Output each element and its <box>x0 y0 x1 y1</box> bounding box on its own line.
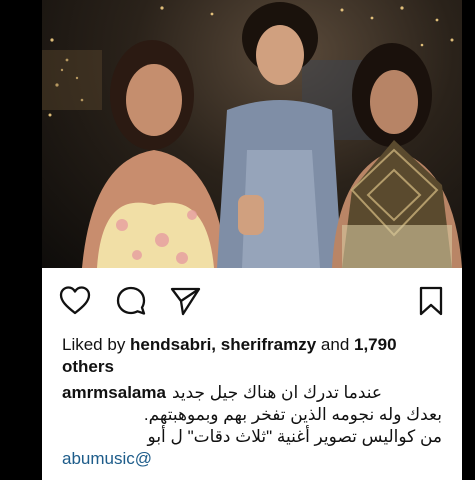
caption-text-line-2: بعدك وله نجومه الذين تفخر بهم وبموهبتهم. <box>143 405 442 424</box>
likes-separator: , <box>211 335 221 354</box>
send-icon <box>170 287 201 316</box>
post-photo-image <box>42 2 462 268</box>
save-button[interactable] <box>414 284 448 318</box>
likes-count[interactable]: 1,790 <box>354 335 397 354</box>
caption-text-line-3: من كواليس تصوير أغنية "ثلاث دقات" ل أبو <box>147 427 442 446</box>
post-details: Liked by hendsabri, sheriframzy and 1,79… <box>42 268 462 480</box>
post-action-bar <box>42 278 462 322</box>
likes-summary[interactable]: Liked by hendsabri, sheriframzy and 1,79… <box>62 334 452 378</box>
post-caption: amrmsalama عندما تدرك ان هناك جيل جديد بع… <box>62 382 442 470</box>
caption-text-line-1: عندما تدرك ان هناك جيل جديد <box>171 383 383 402</box>
caption-username[interactable]: amrmsalama <box>62 383 166 402</box>
caption-mention-link[interactable]: abumusic@ <box>62 448 442 470</box>
bookmark-icon <box>419 286 443 316</box>
likes-and: and <box>316 335 354 354</box>
like-button[interactable] <box>58 284 92 318</box>
likes-prefix: Liked by <box>62 335 131 354</box>
caption-first-line: amrmsalama عندما تدرك ان هناك جيل جديد <box>62 382 442 404</box>
liked-by-user-2[interactable]: sheriframzy <box>221 335 316 354</box>
comment-button[interactable] <box>114 284 148 318</box>
heart-icon <box>59 286 91 315</box>
comment-icon <box>116 286 146 315</box>
post-photo[interactable] <box>42 0 462 268</box>
liked-by-user-1[interactable]: hendsabri <box>130 335 211 354</box>
share-button[interactable] <box>168 284 202 318</box>
post-frame: Liked by hendsabri, sheriframzy and 1,79… <box>0 0 475 480</box>
likes-suffix: others <box>62 357 114 376</box>
